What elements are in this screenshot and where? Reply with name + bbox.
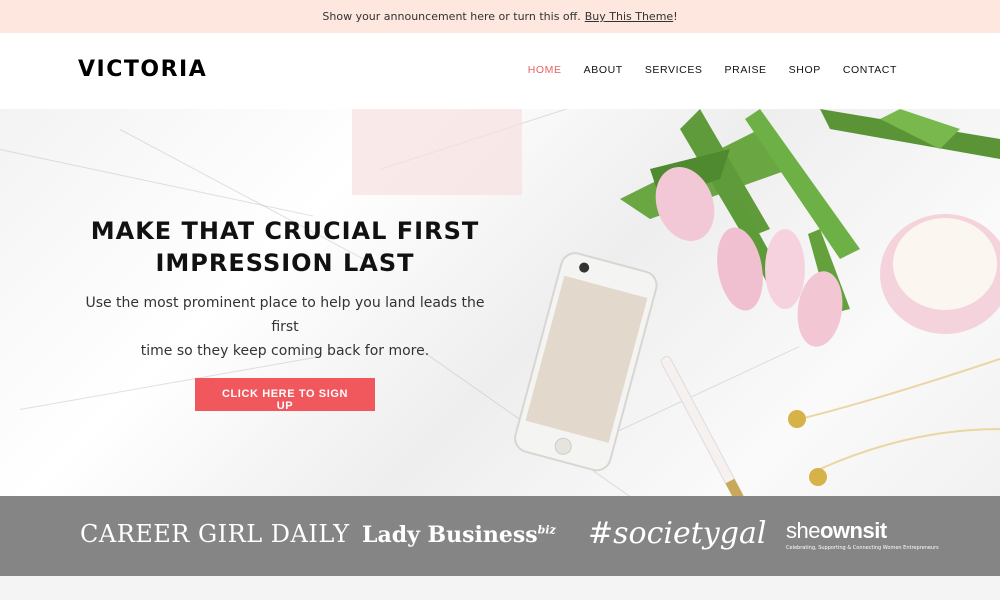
announcement-suffix: ! [673, 10, 678, 23]
site-header: VICTORIA HOME ABOUT SERVICES PRAISE SHOP… [0, 33, 1000, 109]
lady-business-logo: Lady Businessbiz [362, 522, 556, 548]
announcement-bar: Show your announcement here or turn this… [0, 0, 1000, 33]
phone-shape [514, 252, 658, 472]
hero-title: MAKE THAT CRUCIAL FIRST IMPRESSION LAST [70, 215, 500, 279]
sheownsit-tagline: Celebrating, Supporting & Connecting Wom… [786, 545, 939, 551]
hero-title-line2: IMPRESSION LAST [155, 249, 415, 277]
hero-title-line1: MAKE THAT CRUCIAL FIRST [90, 217, 480, 245]
hero-subtitle: Use the most prominent place to help you… [70, 291, 500, 363]
bottom-band [0, 576, 1000, 600]
hero-copy: MAKE THAT CRUCIAL FIRST IMPRESSION LAST … [70, 215, 500, 413]
sheownsit-she: she [786, 518, 820, 543]
sheownsit-ownsit: ownsit [819, 518, 887, 543]
lady-business-sup: biz [537, 523, 556, 537]
nav-home[interactable]: HOME [528, 64, 562, 76]
nav-contact[interactable]: CONTACT [843, 64, 897, 76]
sheownsit-logo: sheownsit Celebrating, Supporting & Conn… [786, 518, 939, 551]
pen-shape [660, 355, 744, 496]
societygal-logo: #societygal [588, 516, 767, 551]
hero-section: MAKE THAT CRUCIAL FIRST IMPRESSION LAST … [0, 109, 1000, 496]
earphone-shape [788, 410, 806, 428]
lady-business-text: Lady Business [362, 522, 538, 548]
nav-praise[interactable]: PRAISE [725, 64, 767, 76]
hero-subtitle-line2: time so they keep coming back for more. [140, 343, 430, 359]
career-girl-daily-logo: CAREER GIRL DAILY [80, 520, 350, 548]
nav-shop[interactable]: SHOP [789, 64, 821, 76]
signup-button[interactable]: CLICK HERE TO SIGN UP [195, 378, 375, 412]
press-logos-bar: CAREER GIRL DAILY Lady Businessbiz #soci… [0, 496, 1000, 576]
main-nav: HOME ABOUT SERVICES PRAISE SHOP CONTACT [528, 64, 897, 76]
site-logo[interactable]: VICTORIA [78, 57, 207, 82]
notebook-shape [352, 109, 522, 195]
buy-theme-link[interactable]: Buy This Theme [585, 10, 673, 23]
announcement-text: Show your announcement here or turn this… [322, 10, 581, 23]
hero-subtitle-line1: Use the most prominent place to help you… [85, 295, 485, 335]
nav-services[interactable]: SERVICES [645, 64, 703, 76]
nav-about[interactable]: ABOUT [584, 64, 623, 76]
